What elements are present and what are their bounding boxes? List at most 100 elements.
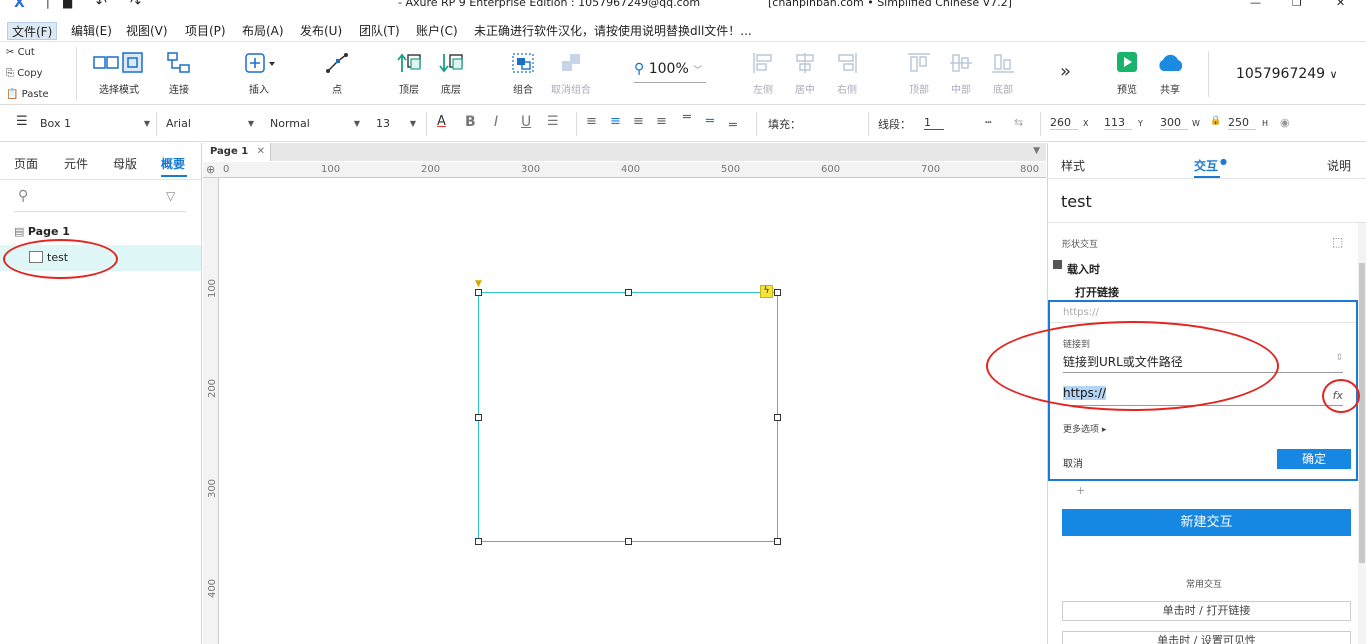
lock-icon[interactable]: 🔒 [1210,116,1221,126]
minimize-icon[interactable]: — [1250,0,1261,9]
resize-handle[interactable] [625,538,632,545]
arrow-style-icon[interactable]: ⇆ [1014,116,1023,129]
align-left-button[interactable]: 左侧 [748,51,778,96]
line-width-input[interactable]: 1 [924,116,944,130]
bold-icon[interactable]: B [465,114,476,130]
outline-page-row[interactable]: ▤ Page 1 [14,225,70,238]
menu-team[interactable]: 团队(T) [355,22,404,40]
resize-handle[interactable] [774,414,781,421]
resize-handle[interactable] [475,538,482,545]
align-center-button[interactable]: 居中 [790,51,820,96]
send-to-back-button[interactable]: 底层 [436,51,466,96]
group-button[interactable]: 组合 [508,51,538,96]
menu-project[interactable]: 项目(P) [181,22,230,40]
tab-pages[interactable]: 页面 [14,155,38,172]
interaction-lightning-icon[interactable]: ϟ [760,285,773,298]
align-text-right-icon[interactable]: ≡ [633,114,644,129]
align-text-justify-icon[interactable]: ≡ [656,114,667,129]
paste-button[interactable]: 📋 Paste [6,85,70,105]
event-label[interactable]: 载入时 [1067,261,1100,277]
widget-name-field[interactable]: test [1061,192,1092,211]
resize-handle[interactable] [774,538,781,545]
font-size-select[interactable]: 13 ▼ [376,114,418,134]
close-icon[interactable]: ✕ [1336,0,1345,9]
close-tab-icon[interactable]: ✕ [257,143,265,161]
more-chevron-icon[interactable]: » [1060,61,1071,82]
tab-style[interactable]: 样式 [1061,157,1085,174]
valign-top-icon[interactable]: ═ [683,110,691,125]
widget-style-select[interactable]: Box 1 ▼ [40,114,152,134]
more-options-link[interactable]: 更多选项 ▸ [1063,422,1106,435]
align-middle-button[interactable]: 中部 [946,51,976,96]
insert-button[interactable]: 插入 [242,51,276,96]
confirm-button[interactable]: 确定 [1277,449,1351,469]
font-color-icon[interactable]: A [437,114,446,129]
outline-search-input[interactable]: ⚲ ▽ [14,186,186,212]
eye-icon[interactable]: ◉ [1280,116,1290,129]
italic-icon[interactable]: I [494,114,498,130]
tab-interactions[interactable]: 交互 [1194,157,1218,174]
redo-icon[interactable]: ↷ [130,0,141,11]
select-mode-button[interactable]: 选择模式 [93,51,143,96]
menu-publish[interactable]: 发布(U) [296,22,346,40]
tab-masters[interactable]: 母版 [113,155,137,172]
height-input[interactable]: 250 [1228,116,1256,130]
copy-button[interactable]: ⎘ Copy [6,64,70,84]
menu-file[interactable]: 文件(F) [7,22,58,40]
resize-handle[interactable] [475,289,482,296]
collapse-icon[interactable] [1053,260,1062,269]
zoom-select[interactable]: ⚲ 100% ﹀ [634,61,706,83]
tab-menu-chevron-icon[interactable]: ▼ [1033,146,1040,156]
rotation-handle-icon[interactable]: ▼ [475,279,482,289]
font-family-select[interactable]: Arial ▼ [166,114,256,134]
font-weight-select[interactable]: Normal ▼ [270,114,362,134]
menu-account[interactable]: 账户(C) [412,22,462,40]
tab-outline[interactable]: 概要 [161,155,185,172]
expand-icon[interactable]: ⬚ [1332,235,1343,249]
common-click-set-visibility-button[interactable]: 单击时 / 设置可见性 [1062,631,1351,644]
undo-icon[interactable]: ↶ [96,0,107,11]
bullet-list-icon[interactable]: ☰ [547,114,559,129]
filter-icon[interactable]: ▽ [166,189,175,203]
resize-handle[interactable] [774,289,781,296]
resize-handle[interactable] [625,289,632,296]
tab-page-1[interactable]: Page 1 ✕ [203,143,271,161]
connect-button[interactable]: 连接 [164,51,194,96]
action-label[interactable]: 打开链接 [1075,284,1119,300]
cut-button[interactable]: ✂ Cut [6,43,70,63]
line-pattern-icon[interactable]: ┅ [985,116,992,129]
add-action-icon[interactable]: + [1076,484,1085,497]
save-icon[interactable]: ■ [62,0,73,10]
x-input[interactable]: 260 [1050,116,1078,130]
bring-to-front-button[interactable]: 顶层 [394,51,424,96]
cancel-button[interactable]: 取消 [1063,455,1083,470]
valign-middle-icon[interactable]: ═ [706,114,714,129]
preview-button[interactable]: 预览 [1112,51,1142,96]
new-interaction-button[interactable]: 新建交互 [1062,509,1351,536]
align-text-center-icon[interactable]: ≡ [610,114,621,129]
ungroup-button[interactable]: 取消组合 [548,51,594,96]
tab-notes[interactable]: 说明 [1327,157,1351,174]
underline-icon[interactable]: U [521,114,531,130]
maximize-icon[interactable]: ❐ [1292,0,1302,9]
tab-widgets[interactable]: 元件 [64,155,88,172]
resize-handle[interactable] [475,414,482,421]
width-input[interactable]: 300 [1160,116,1188,130]
scrollbar-track[interactable] [1358,223,1366,644]
align-top-button[interactable]: 顶部 [904,51,934,96]
scrollbar-thumb[interactable] [1359,263,1365,563]
menu-layout[interactable]: 布局(A) [238,22,288,40]
account-dropdown[interactable]: 1057967249 ∨ [1236,66,1338,82]
share-button[interactable]: 共享 [1154,51,1186,96]
align-bottom-button[interactable]: 底部 [988,51,1018,96]
point-button[interactable]: 点 [322,51,352,96]
common-click-open-link-button[interactable]: 单击时 / 打开链接 [1062,601,1351,621]
selected-box-widget[interactable] [478,292,778,542]
menu-view[interactable]: 视图(V) [122,22,172,40]
ruler-tick-label: 500 [721,164,741,175]
menu-edit[interactable]: 编辑(E) [67,22,116,40]
align-text-left-icon[interactable]: ≡ [586,114,597,129]
valign-bottom-icon[interactable]: ═ [729,118,737,133]
align-right-button[interactable]: 右侧 [832,51,862,96]
y-input[interactable]: 113 [1104,116,1132,130]
